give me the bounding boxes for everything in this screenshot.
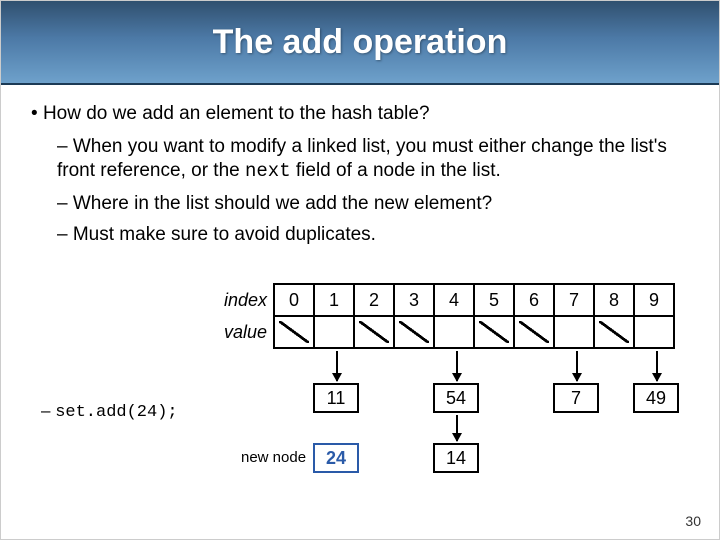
arrow-bucket-7 (576, 351, 578, 381)
row-value: value (216, 316, 674, 348)
sub-list: – When you want to modify a linked list,… (57, 135, 693, 247)
val-3 (394, 316, 434, 348)
val-0 (274, 316, 314, 348)
content-area: • How do we add an element to the hash t… (1, 85, 719, 247)
idx-9: 9 (634, 284, 674, 316)
sub-item-3: – Must make sure to avoid duplicates. (57, 223, 693, 247)
idx-4: 4 (434, 284, 474, 316)
idx-1: 1 (314, 284, 354, 316)
slide: The add operation • How do we add an ele… (0, 0, 720, 540)
sub-item-1: – When you want to modify a linked list,… (57, 135, 693, 184)
node-54: 54 (433, 383, 479, 413)
val-9 (634, 316, 674, 348)
node-7: 7 (553, 383, 599, 413)
idx-7: 7 (554, 284, 594, 316)
bullet-main-text: How do we add an element to the hash tab… (43, 103, 430, 124)
val-5 (474, 316, 514, 348)
node-49: 49 (633, 383, 679, 413)
idx-5: 5 (474, 284, 514, 316)
node-11: 11 (313, 383, 359, 413)
arrow-bucket-9 (656, 351, 658, 381)
node-24-new: 24 (313, 443, 359, 473)
arrow-bucket-1 (336, 351, 338, 381)
code-call: set.add(24); (41, 401, 178, 422)
sub2: Where in the list should we add the new … (73, 193, 492, 214)
idx-3: 3 (394, 284, 434, 316)
idx-8: 8 (594, 284, 634, 316)
val-8 (594, 316, 634, 348)
arrow-54-to-14 (456, 415, 458, 441)
arrow-bucket-4 (456, 351, 458, 381)
idx-0: 0 (274, 284, 314, 316)
title-band: The add operation (1, 1, 719, 85)
hash-table-grid: index 0 1 2 3 4 5 6 7 8 9 value (216, 283, 675, 349)
page-number: 30 (685, 513, 701, 529)
new-node-label: new node (241, 449, 306, 466)
val-2 (354, 316, 394, 348)
val-1 (314, 316, 354, 348)
val-6 (514, 316, 554, 348)
val-4 (434, 316, 474, 348)
sub3: Must make sure to avoid duplicates. (73, 224, 376, 245)
node-14: 14 (433, 443, 479, 473)
idx-2: 2 (354, 284, 394, 316)
sub-item-2: – Where in the list should we add the ne… (57, 192, 693, 216)
sub1b: field of a node in the list. (291, 160, 501, 181)
bullet-main: • How do we add an element to the hash t… (31, 103, 693, 125)
val-7 (554, 316, 594, 348)
slide-title: The add operation (213, 23, 508, 62)
idx-6: 6 (514, 284, 554, 316)
hash-table: index 0 1 2 3 4 5 6 7 8 9 value (216, 283, 675, 349)
row-index: index 0 1 2 3 4 5 6 7 8 9 (216, 284, 674, 316)
row-value-label: value (216, 316, 274, 348)
row-index-label: index (216, 284, 274, 316)
sub1-code: next (245, 160, 291, 182)
